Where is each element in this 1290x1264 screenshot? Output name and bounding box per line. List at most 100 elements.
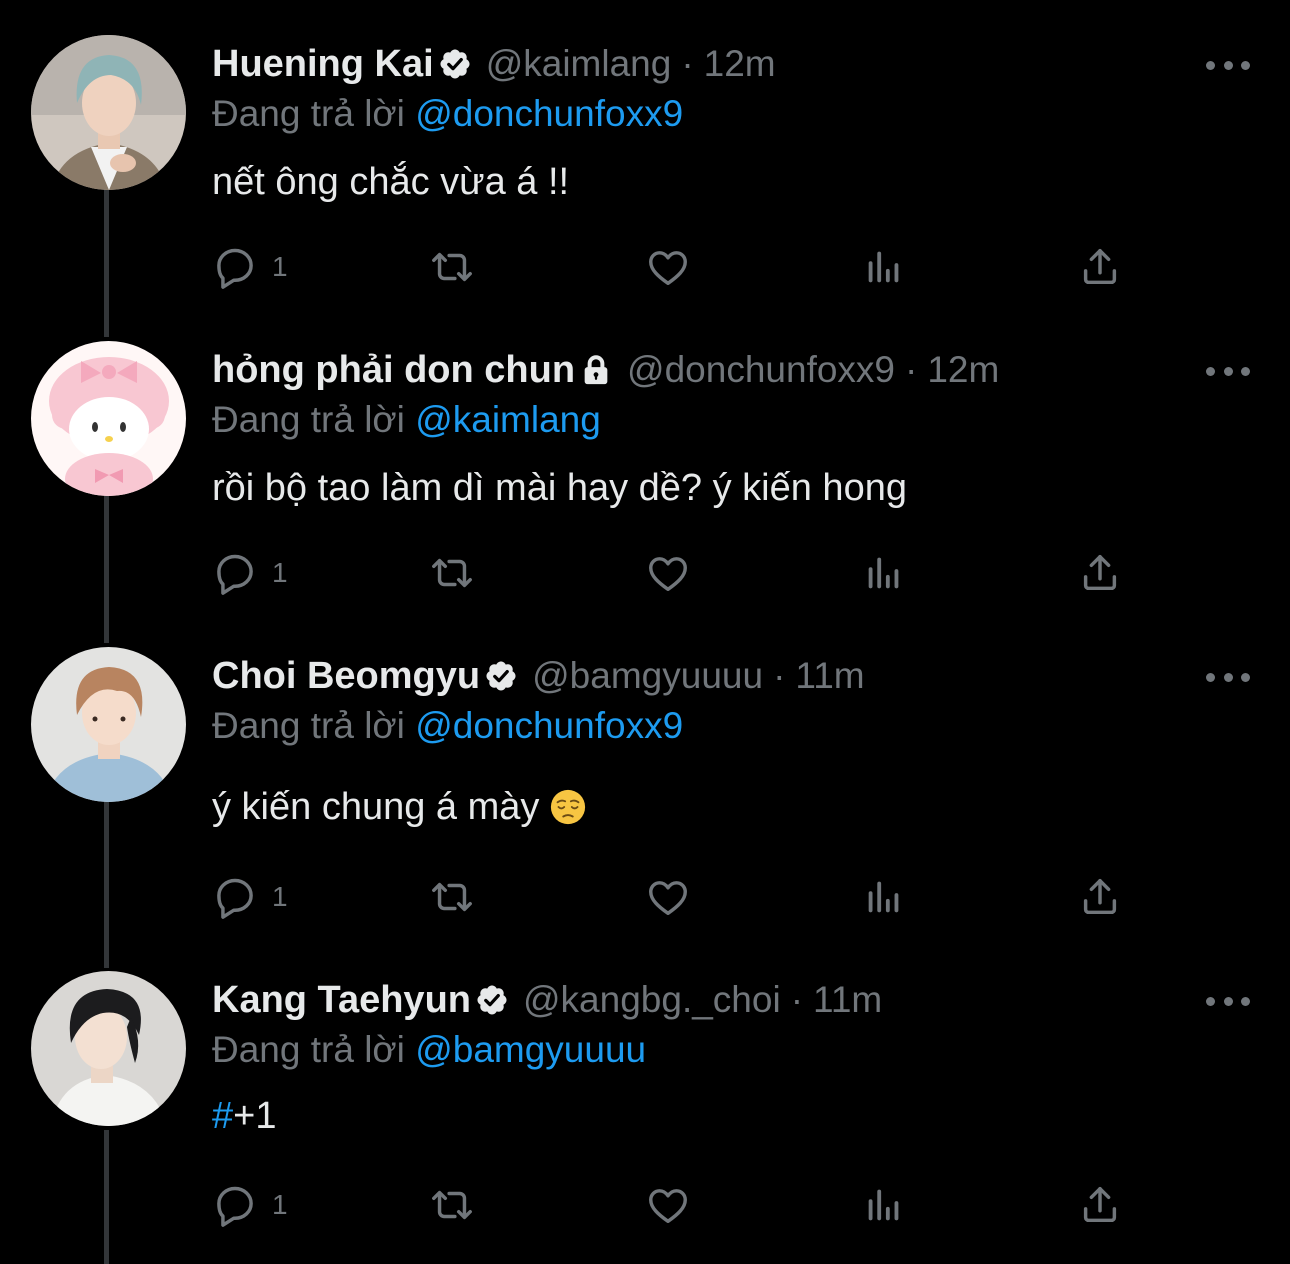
reply-button[interactable]: 1 bbox=[212, 872, 288, 922]
handle[interactable]: @donchunfoxx9 bbox=[627, 349, 895, 391]
reply-button[interactable]: 1 bbox=[212, 242, 288, 292]
replying-to: Đang trả lời @donchunfoxx9 bbox=[212, 705, 683, 747]
more-options-icon[interactable] bbox=[1206, 51, 1250, 79]
verified-badge-icon bbox=[475, 983, 509, 1017]
retweet-button[interactable] bbox=[429, 1180, 475, 1230]
display-name[interactable]: Huening Kai bbox=[212, 43, 434, 86]
tweet-header: Huening Kai @kaimlang · 12m bbox=[212, 39, 776, 89]
mention-link[interactable]: @bamgyuuuu bbox=[415, 1029, 646, 1070]
action-bar: 1 bbox=[212, 1180, 1132, 1230]
action-bar: 1 bbox=[212, 548, 1132, 598]
more-options-icon[interactable] bbox=[1206, 987, 1250, 1015]
separator: · bbox=[773, 655, 786, 696]
share-button[interactable] bbox=[1077, 548, 1123, 598]
tweet-text: nết ông chắc vừa á !! bbox=[212, 161, 570, 203]
reply-button[interactable]: 1 bbox=[212, 1180, 288, 1230]
handle[interactable]: @kaimlang bbox=[486, 43, 672, 85]
tweet-text: ý kiến chung á mày bbox=[212, 786, 587, 829]
display-name[interactable]: hỏng phải don chun bbox=[212, 349, 575, 392]
analytics-icon bbox=[861, 550, 907, 596]
analytics-icon bbox=[861, 874, 907, 920]
reply-count: 1 bbox=[272, 1189, 288, 1220]
more-options-icon[interactable] bbox=[1206, 663, 1250, 691]
action-bar: 1 bbox=[212, 872, 1132, 922]
retweet-icon bbox=[429, 244, 475, 290]
tweet-header: Choi Beomgyu @bamgyuuuu · 11m bbox=[212, 651, 865, 701]
share-icon bbox=[1077, 1182, 1123, 1228]
mention-link[interactable]: @kaimlang bbox=[415, 399, 601, 440]
action-bar: 1 bbox=[212, 242, 1132, 292]
reply-count: 1 bbox=[272, 557, 288, 588]
timestamp[interactable]: 12m bbox=[704, 43, 776, 85]
timestamp[interactable]: 11m bbox=[795, 655, 864, 697]
like-button[interactable] bbox=[645, 548, 691, 598]
verified-badge-icon bbox=[438, 47, 472, 81]
replying-to: Đang trả lời @kaimlang bbox=[212, 399, 601, 441]
replying-to-label: Đang trả lời bbox=[212, 1029, 405, 1070]
timestamp[interactable]: 11m bbox=[813, 979, 882, 1021]
mention-link[interactable]: @donchunfoxx9 bbox=[415, 705, 683, 746]
replying-to-label: Đang trả lời bbox=[212, 93, 405, 134]
handle[interactable]: @kangbg._choi bbox=[523, 979, 781, 1021]
handle[interactable]: @bamgyuuuu bbox=[532, 655, 763, 697]
retweet-button[interactable] bbox=[429, 548, 475, 598]
display-name[interactable]: Kang Taehyun bbox=[212, 979, 471, 1022]
verified-badge-icon bbox=[484, 659, 518, 693]
like-button[interactable] bbox=[645, 872, 691, 922]
separator: · bbox=[790, 979, 804, 1020]
share-icon bbox=[1077, 550, 1123, 596]
reply-icon bbox=[212, 1182, 258, 1228]
views-button[interactable] bbox=[861, 548, 907, 598]
timestamp[interactable]: 12m bbox=[927, 349, 999, 391]
display-name[interactable]: Choi Beomgyu bbox=[212, 655, 480, 698]
tweet[interactable]: Huening Kai @kaimlang · 12m Đang trả lời… bbox=[0, 35, 1290, 315]
tweet-header: Kang Taehyun @kangbg._choi · 11m bbox=[212, 975, 882, 1025]
retweet-button[interactable] bbox=[429, 242, 475, 292]
avatar[interactable] bbox=[31, 35, 186, 190]
retweet-icon bbox=[429, 1182, 475, 1228]
tweet[interactable]: Choi Beomgyu @bamgyuuuu · 11m Đang trả l… bbox=[0, 647, 1290, 947]
tweet-header: hỏng phải don chun @donchunfoxx9 · 12m bbox=[212, 345, 999, 395]
share-button[interactable] bbox=[1077, 1180, 1123, 1230]
replying-to: Đang trả lời @bamgyuuuu bbox=[212, 1029, 646, 1071]
heart-icon bbox=[645, 874, 691, 920]
views-button[interactable] bbox=[861, 242, 907, 292]
analytics-icon bbox=[861, 1182, 907, 1228]
replying-to-label: Đang trả lời bbox=[212, 705, 405, 746]
reply-button[interactable]: 1 bbox=[212, 548, 288, 598]
share-button[interactable] bbox=[1077, 242, 1123, 292]
reply-icon bbox=[212, 244, 258, 290]
hashtag-link[interactable]: # bbox=[212, 1095, 233, 1137]
tweet[interactable]: hỏng phải don chun @donchunfoxx9 · 12m Đ… bbox=[0, 341, 1290, 621]
retweet-icon bbox=[429, 550, 475, 596]
avatar[interactable] bbox=[31, 341, 186, 496]
heart-icon bbox=[645, 550, 691, 596]
reply-icon bbox=[212, 550, 258, 596]
pensive-face-emoji bbox=[551, 789, 586, 825]
heart-icon bbox=[645, 1182, 691, 1228]
retweet-button[interactable] bbox=[429, 872, 475, 922]
analytics-icon bbox=[861, 244, 907, 290]
tweet-text: rồi bộ tao làm dì mài hay dề? ý kiến hon… bbox=[212, 467, 907, 509]
more-options-icon[interactable] bbox=[1206, 357, 1250, 385]
like-button[interactable] bbox=[645, 242, 691, 292]
tweet-text: #+1 bbox=[212, 1095, 276, 1138]
mention-link[interactable]: @donchunfoxx9 bbox=[415, 93, 683, 134]
tweet[interactable]: Kang Taehyun @kangbg._choi · 11m Đang tr… bbox=[0, 971, 1290, 1251]
tweet-text-body: ý kiến chung á mày bbox=[212, 786, 540, 828]
reply-count: 1 bbox=[272, 251, 288, 282]
like-button[interactable] bbox=[645, 1180, 691, 1230]
views-button[interactable] bbox=[861, 1180, 907, 1230]
replying-to: Đang trả lời @donchunfoxx9 bbox=[212, 93, 683, 135]
share-icon bbox=[1077, 874, 1123, 920]
views-button[interactable] bbox=[861, 872, 907, 922]
heart-icon bbox=[645, 244, 691, 290]
tweet-text-body: +1 bbox=[233, 1095, 277, 1137]
retweet-icon bbox=[429, 874, 475, 920]
separator: · bbox=[681, 43, 694, 84]
avatar[interactable] bbox=[31, 971, 186, 1126]
separator: · bbox=[905, 349, 918, 390]
share-button[interactable] bbox=[1077, 872, 1123, 922]
avatar[interactable] bbox=[31, 647, 186, 802]
reply-count: 1 bbox=[272, 881, 288, 912]
